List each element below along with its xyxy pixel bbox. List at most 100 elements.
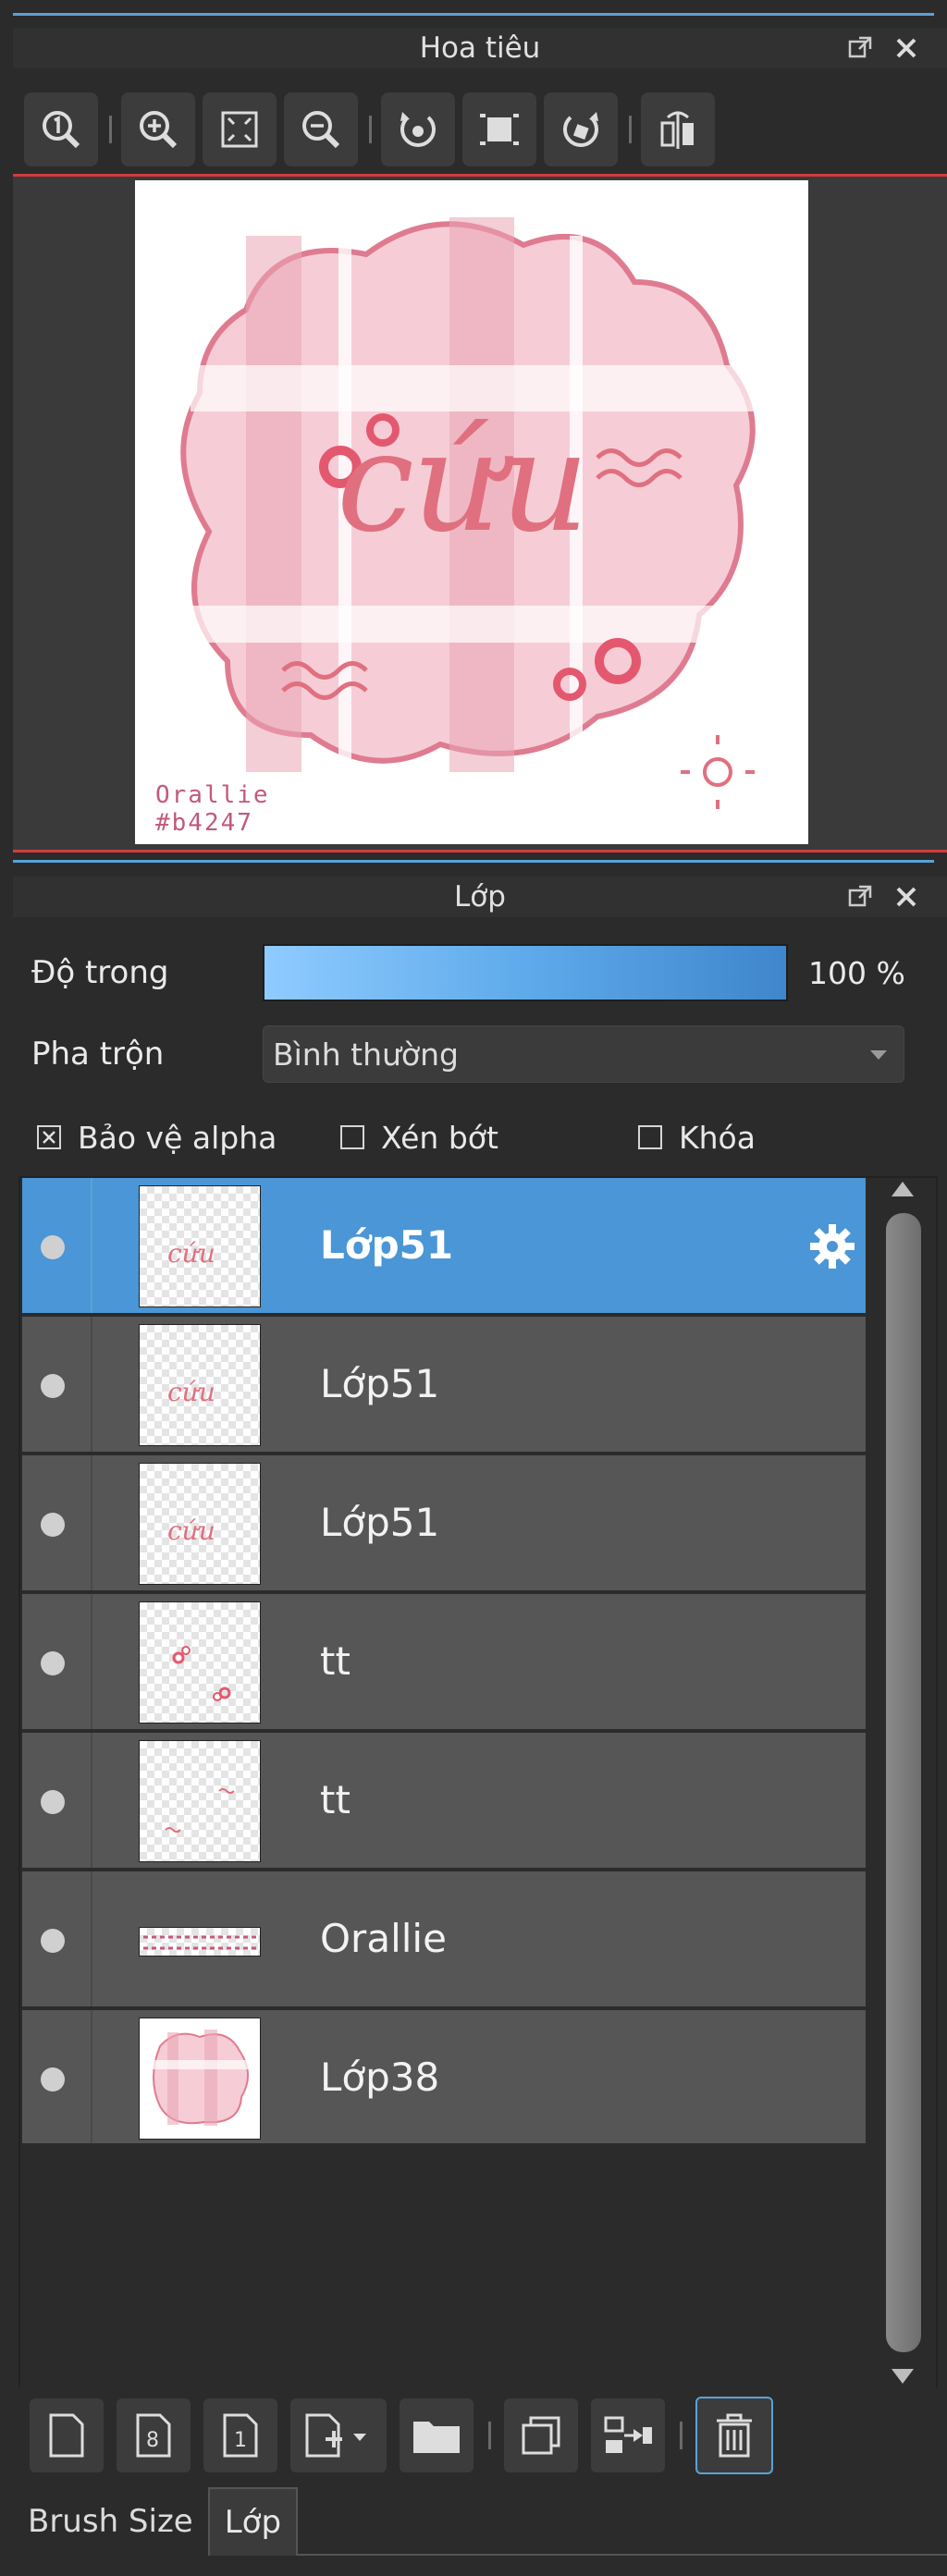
tab-layers[interactable]: Lớp <box>207 2487 299 2556</box>
layer-strip <box>91 1317 92 1452</box>
layer-row[interactable]: cứu Lớp51 <box>22 1455 866 1592</box>
zoom-out-icon[interactable] <box>284 92 358 166</box>
layer-name: tt <box>320 1777 351 1822</box>
protect-alpha-label: Bảo vệ alpha <box>78 1119 277 1156</box>
rotate-right-icon[interactable] <box>544 92 618 166</box>
flip-horizontal-icon[interactable] <box>641 92 715 166</box>
layer-thumbnail <box>139 1740 261 1862</box>
gear-icon[interactable] <box>806 1221 858 1272</box>
new-8bit-layer-icon[interactable]: 8 <box>117 2398 191 2472</box>
layer-thumbnail: cứu <box>139 1185 261 1307</box>
scroll-down-icon[interactable] <box>892 2369 914 2384</box>
visibility-toggle-icon[interactable] <box>41 1513 65 1537</box>
layers-bottom-toolbar: 8 1 <box>13 2387 947 2484</box>
layer-strip <box>91 1871 92 2006</box>
blend-mode-value: Bình thường <box>273 1036 459 1073</box>
layers-popout-icon[interactable] <box>847 884 873 910</box>
svg-text:cứu: cứu <box>167 1515 215 1546</box>
new-folder-icon[interactable] <box>400 2398 474 2472</box>
toolbar-separator <box>488 2422 491 2449</box>
layer-row[interactable]: tt <box>22 1594 866 1731</box>
new-layer-icon[interactable] <box>30 2398 104 2472</box>
layer-row[interactable]: Orallie <box>22 1871 866 2008</box>
tab-brush-size[interactable]: Brush Size <box>13 2487 208 2556</box>
navigator-toolbar <box>13 85 947 174</box>
layer-name: Lớp51 <box>320 1222 454 1268</box>
protect-alpha-checkbox[interactable]: Bảo vệ alpha <box>37 1120 340 1156</box>
clipping-label: Xén bớt <box>381 1119 498 1156</box>
checkbox-empty-icon <box>340 1125 364 1149</box>
layers-title: Lớp <box>454 880 506 914</box>
svg-text:cứu: cứu <box>167 1238 215 1269</box>
add-layer-menu-icon[interactable] <box>290 2398 387 2472</box>
canvas-signature: Orallie #b4247 <box>155 781 270 837</box>
canvas-text: cứu <box>337 402 589 563</box>
layer-name: Lớp38 <box>320 2055 440 2100</box>
blend-mode-select[interactable]: Bình thường <box>263 1025 904 1083</box>
blend-row: Pha trộn Bình thường <box>31 1024 919 1084</box>
fit-window-icon[interactable] <box>203 92 277 166</box>
layer-strip <box>91 2010 92 2143</box>
merge-down-icon[interactable] <box>591 2398 665 2472</box>
visibility-toggle-icon[interactable] <box>41 1374 65 1398</box>
navigator-preview[interactable]: cứu Orallie #b4247 <box>13 174 947 853</box>
reset-view-icon[interactable] <box>462 92 536 166</box>
layer-row[interactable]: cứu Lớp51 <box>22 1178 866 1315</box>
visibility-toggle-icon[interactable] <box>41 1651 65 1675</box>
svg-text:8: 8 <box>146 2429 159 2452</box>
scroll-thumb[interactable] <box>886 1213 921 2352</box>
canvas-preview-image: cứu Orallie #b4247 <box>135 180 808 844</box>
layer-strip <box>91 1733 92 1868</box>
layer-thumbnail <box>139 2018 261 2140</box>
lock-label: Khóa <box>679 1119 756 1156</box>
layer-name: Lớp51 <box>320 1500 440 1545</box>
clipping-checkbox[interactable]: Xén bớt <box>340 1120 638 1156</box>
checkbox-empty-icon <box>638 1125 662 1149</box>
layer-thumbnail: cứu <box>139 1463 261 1585</box>
layers-close-icon[interactable] <box>893 884 919 910</box>
svg-text:cứu: cứu <box>167 1377 215 1407</box>
new-1bit-layer-icon[interactable]: 1 <box>203 2398 277 2472</box>
delete-layer-icon[interactable] <box>695 2397 773 2474</box>
visibility-toggle-icon[interactable] <box>41 1790 65 1814</box>
layer-row[interactable]: Lớp38 <box>22 2010 866 2145</box>
opacity-value: 100 % <box>808 954 905 991</box>
layer-name: tt <box>320 1638 351 1684</box>
lock-checkbox[interactable]: Khóa <box>638 1120 756 1156</box>
layer-thumbnail <box>139 1927 261 1957</box>
zoom-in-icon[interactable] <box>121 92 195 166</box>
chevron-down-icon <box>870 1050 887 1060</box>
rotate-left-icon[interactable] <box>381 92 455 166</box>
layer-strip <box>91 1455 92 1590</box>
opacity-label: Độ trong <box>31 954 169 991</box>
layer-strip <box>91 1594 92 1729</box>
duplicate-layer-icon[interactable] <box>504 2398 578 2472</box>
checkbox-checked-icon <box>37 1125 61 1149</box>
layer-list[interactable]: cứu Lớp51 cứu Lớp51 cứu Lớp51 tt tt Oral… <box>18 1176 938 2391</box>
layer-options-row: Bảo vệ alpha Xén bớt Khóa <box>37 1111 947 1163</box>
toolbar-separator <box>109 116 112 143</box>
visibility-toggle-icon[interactable] <box>41 2067 65 2091</box>
toolbar-separator <box>629 116 632 143</box>
layers-accent-line <box>13 860 934 863</box>
scroll-up-icon[interactable] <box>892 1182 914 1196</box>
layer-name: Lớp51 <box>320 1361 440 1406</box>
signature-line-1: Orallie <box>155 781 270 809</box>
layer-thumbnail: cứu <box>139 1324 261 1446</box>
visibility-toggle-icon[interactable] <box>41 1929 65 1953</box>
layer-list-scrollbar[interactable] <box>869 1178 932 2389</box>
panel-tabs: Brush Size Lớp <box>13 2487 299 2556</box>
navigator-close-icon[interactable] <box>893 35 919 61</box>
layers-header: Lớp <box>13 877 947 917</box>
layer-row[interactable]: cứu Lớp51 <box>22 1317 866 1454</box>
navigator-header: Hoa tiêu <box>13 28 947 68</box>
visibility-toggle-icon[interactable] <box>41 1235 65 1259</box>
zoom-100-icon[interactable] <box>24 92 98 166</box>
opacity-slider[interactable] <box>263 944 788 1001</box>
layer-row[interactable]: tt <box>22 1733 866 1870</box>
navigator-popout-icon[interactable] <box>847 35 873 61</box>
top-accent-line <box>13 13 934 16</box>
layer-strip <box>91 1178 92 1313</box>
layer-name: Orallie <box>320 1916 447 1961</box>
blend-label: Pha trộn <box>31 1036 165 1073</box>
